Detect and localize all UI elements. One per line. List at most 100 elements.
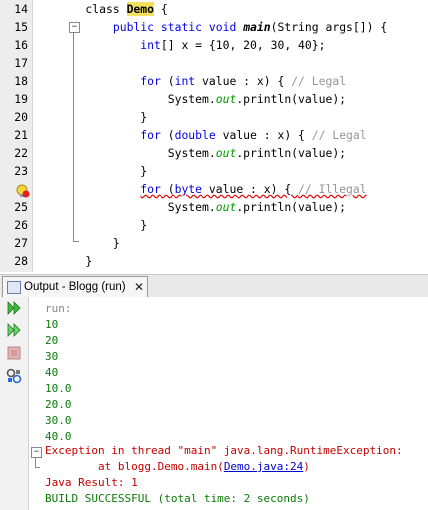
code-line[interactable]: 26 }	[0, 216, 428, 234]
code-line[interactable]: 22 System.out.println(value);	[0, 144, 428, 162]
exception-fold-toggle[interactable]: −	[31, 447, 42, 458]
code-token: }	[58, 110, 148, 124]
code-line[interactable]: 20 }	[0, 108, 428, 126]
code-token: (	[160, 182, 175, 196]
code-text: }	[58, 108, 147, 126]
code-token: }	[58, 254, 93, 268]
code-text: for (double value : x) { // Legal	[58, 126, 367, 144]
code-token: .println(value);	[236, 146, 347, 160]
code-editor[interactable]: − 14 class Demo {15 public static void m…	[0, 0, 428, 272]
line-number: 20	[14, 110, 28, 124]
code-token: main	[243, 20, 271, 34]
output-toolbar	[0, 297, 29, 510]
code-token: (	[160, 74, 175, 88]
stop-icon[interactable]	[5, 344, 23, 362]
code-line[interactable]: 18 for (int value : x) { // Legal	[0, 72, 428, 90]
build-status-line: BUILD SUCCESSFUL (total time: 2 seconds)	[45, 492, 310, 505]
code-line[interactable]: 28 }	[0, 252, 428, 270]
rerun-with-options-icon[interactable]	[5, 321, 23, 339]
close-icon[interactable]: ✕	[134, 277, 144, 297]
code-text: System.out.println(value);	[58, 144, 346, 162]
code-line[interactable]: 27 }	[0, 234, 428, 252]
code-line[interactable]: 16 int[] x = {10, 20, 30, 40};	[0, 36, 428, 54]
stack-suffix: )	[303, 460, 310, 473]
output-value-line: 20	[45, 334, 59, 347]
line-number: 15	[14, 20, 28, 34]
code-text: }	[58, 216, 147, 234]
code-line[interactable]: 23 }	[0, 162, 428, 180]
code-token: for	[140, 74, 161, 88]
code-token: out	[215, 146, 237, 160]
code-token: }	[58, 164, 148, 178]
code-line[interactable]: 15 public static void main(String args[]…	[0, 18, 428, 36]
output-value-line: 30.0	[45, 414, 72, 427]
code-token: }	[58, 218, 148, 232]
code-line[interactable]: 17	[0, 54, 428, 72]
code-line[interactable]: for (byte value : x) { // Illegal	[0, 180, 428, 198]
code-text: class Demo {	[58, 0, 168, 18]
stack-trace-line: at blogg.Demo.main(Demo.java:24)	[45, 459, 310, 475]
code-text: for (int value : x) { // Legal	[58, 72, 346, 90]
code-token: double	[174, 128, 216, 142]
code-text: for (byte value : x) { // Illegal	[58, 180, 367, 198]
code-token: int	[174, 74, 196, 88]
code-token: // Legal	[311, 128, 367, 142]
output-console[interactable]: run: 10 20 30 40 10.0 20.0 30.0 40.0 − Exceptio…	[29, 297, 428, 510]
exception-fold-line	[35, 457, 36, 467]
code-token: (	[160, 128, 175, 142]
code-line[interactable]: 25 System.out.println(value);	[0, 198, 428, 216]
code-token: out	[215, 92, 237, 106]
line-number: 22	[14, 146, 28, 160]
line-number: 21	[14, 128, 28, 142]
run-label: run:	[45, 302, 72, 315]
code-token: value : x) {	[202, 182, 299, 196]
stack-prefix: at blogg.Demo.main(	[45, 460, 224, 473]
rerun-icon[interactable]	[5, 299, 23, 317]
code-token: value : x) {	[215, 128, 312, 142]
stack-trace-link[interactable]: Demo.java:24	[224, 460, 303, 473]
output-value-line: 10.0	[45, 382, 72, 395]
code-token: value : x) {	[195, 74, 292, 88]
line-number: 26	[14, 218, 28, 232]
code-token: for	[140, 128, 161, 142]
code-token: for	[140, 182, 161, 196]
code-token: Demo	[126, 2, 155, 16]
output-value-line: 40	[45, 366, 59, 379]
line-number: 18	[14, 74, 28, 88]
code-line[interactable]: 19 System.out.println(value);	[0, 90, 428, 108]
code-token: out	[215, 200, 237, 214]
line-number: 14	[14, 2, 28, 16]
exception-line: Exception in thread "main" java.lang.Run…	[45, 444, 403, 457]
code-text: }	[58, 252, 92, 270]
line-number: 23	[14, 164, 28, 178]
output-value-line: 10	[45, 318, 59, 331]
output-value-line: 20.0	[45, 398, 72, 411]
output-window-icon	[7, 281, 21, 294]
line-number: 19	[14, 92, 28, 106]
tab-output-blogg-run[interactable]: Output - Blogg (run) ✕	[2, 276, 148, 297]
line-number: 16	[14, 38, 28, 52]
output-tab-bar: Output - Blogg (run) ✕	[0, 274, 428, 298]
tab-label: Output - Blogg (run)	[24, 281, 126, 293]
code-token: // Illegal	[298, 182, 367, 196]
java-result-line: Java Result: 1	[45, 476, 138, 489]
settings-icon[interactable]	[5, 367, 23, 385]
code-token: // Legal	[291, 74, 347, 88]
exception-fold-end	[35, 467, 40, 468]
code-text: System.out.println(value);	[58, 198, 346, 216]
code-text: int[] x = {10, 20, 30, 40};	[58, 36, 325, 54]
code-text: System.out.println(value);	[58, 90, 346, 108]
code-text: }	[58, 234, 120, 252]
code-line[interactable]: 21 for (double value : x) { // Legal	[0, 126, 428, 144]
code-token: byte	[174, 182, 203, 196]
code-token: (String args[]) {	[270, 20, 388, 34]
code-line[interactable]: 14 class Demo {	[0, 0, 428, 18]
code-token: System.	[58, 92, 216, 106]
error-lightbulb-icon[interactable]	[16, 184, 30, 198]
code-token: System.	[58, 146, 216, 160]
